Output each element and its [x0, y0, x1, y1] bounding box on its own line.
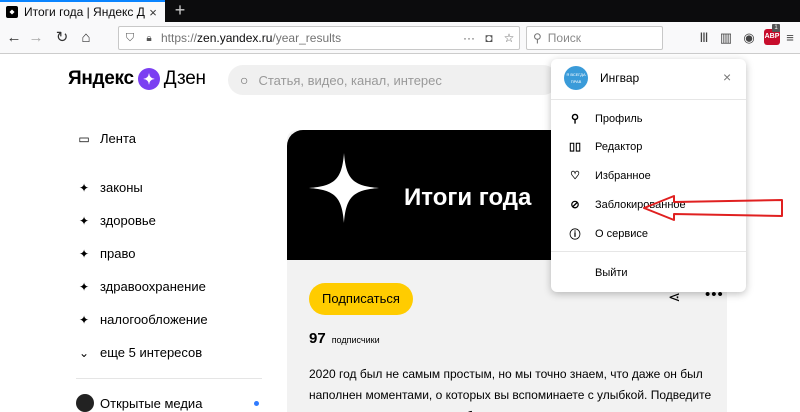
channel-title: Итоги года: [404, 184, 532, 211]
page-content: Яндекс Дзен ○ Статья, видео, канал, инте…: [0, 55, 800, 412]
lock-icon[interactable]: 🔒︎: [141, 33, 157, 44]
tab-close-icon[interactable]: ×: [145, 5, 161, 20]
sparkle-icon: ✦: [78, 279, 90, 294]
sidebar-item-label: законы: [100, 180, 143, 195]
close-icon[interactable]: ×: [723, 69, 731, 85]
sidebar-item-interest[interactable]: ✦ право: [76, 246, 136, 261]
sidebar-item-label: право: [100, 246, 136, 261]
menu-item-label: Редактор: [595, 140, 643, 153]
sidebar-item-interest[interactable]: ✦ здравоохранение: [76, 279, 206, 294]
yandex-zen-logo[interactable]: Яндекс Дзен: [68, 68, 206, 90]
adblock-count-badge: 1: [772, 24, 780, 32]
sidebar-item-label: Лента: [100, 131, 136, 146]
sidebar-item-label: еще 5 интересов: [100, 345, 203, 360]
subscriber-count: 97 подписчики: [309, 330, 380, 347]
subscriber-number: 97: [309, 330, 326, 347]
navigation-toolbar: ← → ↻ ⌂ ⛉ 🔒︎ https://zen.yandex.ru/year_…: [0, 22, 800, 54]
url-text[interactable]: https://zen.yandex.ru/year_results: [157, 31, 459, 45]
subscriber-label: подписчики: [331, 335, 380, 345]
menu-divider: [551, 251, 746, 252]
unread-dot-icon: [254, 401, 259, 406]
heart-icon: ♡: [570, 170, 580, 182]
search-icon: ⚲: [533, 31, 542, 45]
sparkle-icon: ✦: [78, 246, 90, 261]
sidebar-icon[interactable]: ▥: [716, 28, 736, 48]
new-tab-button[interactable]: +: [170, 0, 190, 22]
reload-icon[interactable]: ↻: [52, 28, 72, 48]
browser-tab[interactable]: Итоги года | Яндекс Дзен ×: [0, 0, 165, 22]
menu-item-label: О сервисе: [595, 228, 648, 240]
menu-item-profile[interactable]: ⚲ Профиль: [567, 112, 643, 126]
pocket-icon[interactable]: ◘: [479, 31, 499, 45]
search-icon: ○: [240, 72, 249, 88]
bookmark-star-icon[interactable]: ☆: [499, 31, 519, 45]
back-icon[interactable]: ←: [4, 28, 24, 48]
sidebar-more-interests[interactable]: ⌄ еще 5 интересов: [76, 345, 202, 360]
editor-icon: ▯▯: [568, 141, 582, 153]
zen-search-input[interactable]: ○ Статья, видео, канал, интерес: [228, 65, 558, 95]
sparkle-icon: ✦: [78, 213, 90, 228]
menu-divider: [551, 99, 746, 100]
sparkle-icon: ✦: [78, 312, 90, 327]
url-scheme: https://: [161, 31, 198, 45]
search-placeholder: Поиск: [547, 31, 582, 45]
sidebar-item-channel[interactable]: Открытые медиа: [76, 394, 202, 412]
zen-star-icon: [137, 68, 160, 90]
sidebar-item-label: Открытые медиа: [100, 395, 203, 411]
subscribe-button[interactable]: Подписаться: [309, 283, 413, 315]
sidebar-item-interest[interactable]: ✦ законы: [76, 180, 143, 195]
home-icon[interactable]: ⌂: [76, 28, 96, 48]
tab-title: Итоги года | Яндекс Дзен: [24, 5, 145, 19]
chevron-down-icon: ⌄: [78, 345, 90, 360]
menu-item-about[interactable]: ⓘ О сервисе: [567, 226, 648, 242]
browser-search-input[interactable]: ⚲ Поиск: [526, 26, 663, 50]
menu-item-favorites[interactable]: ♡ Избранное: [567, 169, 651, 183]
address-bar[interactable]: ⛉ 🔒︎ https://zen.yandex.ru/year_results …: [118, 26, 520, 50]
library-icon[interactable]: Ⅲ: [694, 28, 714, 48]
user-menu-popup: Я ВСЕГДА ПРАВ Ингвар × ⚲ Профиль ▯▯ Реда…: [551, 59, 746, 292]
sidebar-item-label: здоровье: [100, 213, 156, 228]
channel-description: 2020 год был не самым простым, но мы точ…: [309, 367, 722, 412]
info-icon: ⓘ: [569, 229, 581, 241]
menu-item-label: Выйти: [595, 267, 628, 279]
sparkle-logo-icon: [309, 153, 379, 223]
person-icon: ⚲: [570, 113, 580, 125]
sidebar-item-label: налогообложение: [100, 312, 208, 327]
blocked-icon: ⊘: [570, 199, 580, 211]
url-host: zen.yandex.ru: [197, 31, 273, 45]
logo-zen-text: Дзен: [163, 68, 206, 89]
sidebar-item-feed[interactable]: ▭ Лента: [76, 131, 136, 146]
menu-item-logout[interactable]: Выйти: [567, 267, 628, 279]
forward-icon[interactable]: →: [26, 28, 46, 48]
url-path: /year_results: [272, 31, 342, 45]
sidebar-divider: [76, 378, 262, 379]
menu-item-label: Профиль: [595, 112, 643, 125]
menu-item-label: Избранное: [595, 169, 651, 182]
user-name[interactable]: Ингвар: [600, 71, 639, 85]
account-icon[interactable]: ◉: [739, 28, 759, 48]
menu-item-editor[interactable]: ▯▯ Редактор: [567, 140, 643, 154]
page-actions-icon[interactable]: ···: [459, 31, 479, 45]
monitor-icon: ▭: [78, 131, 90, 146]
tracking-shield-icon[interactable]: ⛉: [119, 32, 141, 45]
sidebar-item-interest[interactable]: ✦ налогообложение: [76, 312, 208, 327]
annotation-arrow-icon: [643, 195, 783, 221]
user-menu-header: Я ВСЕГДА ПРАВ Ингвар: [551, 59, 746, 96]
avatar[interactable]: Я ВСЕГДА ПРАВ: [564, 65, 588, 90]
tab-strip: Итоги года | Яндекс Дзен × +: [0, 0, 800, 22]
zen-favicon-icon: [6, 6, 18, 18]
sidebar-item-interest[interactable]: ✦ здоровье: [76, 213, 156, 228]
zen-search-placeholder: Статья, видео, канал, интерес: [258, 72, 442, 88]
sparkle-icon: ✦: [78, 180, 90, 195]
channel-avatar: [76, 394, 94, 412]
logo-yandex-text: Яндекс: [68, 68, 134, 89]
sidebar-item-label: здравоохранение: [100, 279, 206, 294]
menu-icon[interactable]: ≡: [780, 28, 800, 48]
